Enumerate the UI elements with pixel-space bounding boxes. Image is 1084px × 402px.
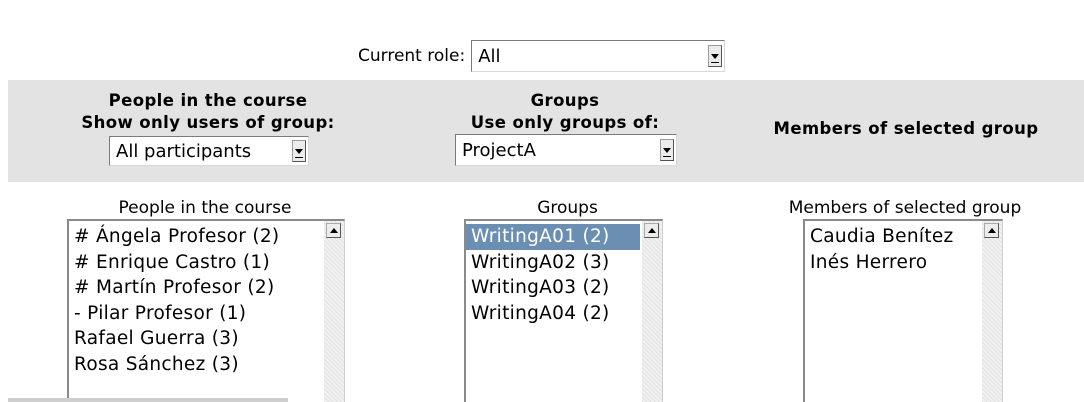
current-role-row: Current role: All xyxy=(358,40,726,72)
members-scrollbar[interactable] xyxy=(982,221,1002,402)
people-group-filter-value: All participants xyxy=(116,140,252,162)
groups-scrollbar[interactable] xyxy=(642,221,662,402)
grouping-select-value: ProjectA xyxy=(462,139,536,161)
people-listbox[interactable]: # Ángela Profesor (2) # Enrique Castro (… xyxy=(67,219,345,402)
groups-list: WritingA01 (2) WritingA02 (3) WritingA03… xyxy=(466,224,640,326)
scroll-up-icon[interactable] xyxy=(984,223,999,238)
scroll-up-icon[interactable] xyxy=(644,223,659,238)
groups-header-title: Groups xyxy=(530,91,600,110)
list-item[interactable]: - Pilar Profesor (1) xyxy=(69,301,322,327)
people-group-filter-select[interactable]: All participants xyxy=(109,136,309,166)
members-list: Caudia Benítez Inés Herrero xyxy=(805,224,980,275)
list-item[interactable]: # Enrique Castro (1) xyxy=(69,250,322,276)
people-scrollbar[interactable] xyxy=(324,221,344,402)
current-role-select[interactable]: All xyxy=(471,40,726,72)
list-item[interactable]: Inés Herrero xyxy=(805,250,980,276)
people-header: People in the course Show only users of … xyxy=(68,90,348,134)
list-item[interactable]: WritingA03 (2) xyxy=(466,275,640,301)
groups-header-subtitle: Use only groups of: xyxy=(470,113,660,132)
members-listbox[interactable]: Caudia Benítez Inés Herrero xyxy=(803,219,1003,402)
members-list-label: Members of selected group xyxy=(788,198,1022,218)
chevron-down-icon[interactable] xyxy=(708,45,723,67)
current-role-value: All xyxy=(478,45,501,67)
list-item[interactable]: # Ángela Profesor (2) xyxy=(69,224,322,250)
people-header-subtitle: Show only users of group: xyxy=(81,113,335,132)
page-bottom-edge xyxy=(8,398,288,402)
members-header: Members of selected group xyxy=(773,119,1039,138)
list-item[interactable]: Rosa Sánchez (3) xyxy=(69,352,322,378)
list-item[interactable]: Caudia Benítez xyxy=(805,224,980,250)
list-item[interactable]: WritingA04 (2) xyxy=(466,301,640,327)
groups-listbox[interactable]: WritingA01 (2) WritingA02 (3) WritingA03… xyxy=(464,219,663,402)
groups-header: Groups Use only groups of: xyxy=(440,90,690,134)
people-list-label: People in the course xyxy=(118,198,292,218)
current-role-label: Current role: xyxy=(358,46,466,66)
list-item[interactable]: WritingA02 (3) xyxy=(466,250,640,276)
groups-list-label: Groups xyxy=(537,198,598,218)
list-item[interactable]: Rafael Guerra (3) xyxy=(69,326,322,352)
chevron-down-icon[interactable] xyxy=(292,140,306,162)
list-item-selected[interactable]: WritingA01 (2) xyxy=(466,224,640,250)
list-item[interactable]: # Martín Profesor (2) xyxy=(69,275,322,301)
people-header-title: People in the course xyxy=(108,91,308,110)
scroll-up-icon[interactable] xyxy=(326,223,341,238)
chevron-down-icon[interactable] xyxy=(660,139,674,161)
grouping-select[interactable]: ProjectA xyxy=(455,134,677,166)
people-list: # Ángela Profesor (2) # Enrique Castro (… xyxy=(69,224,322,377)
